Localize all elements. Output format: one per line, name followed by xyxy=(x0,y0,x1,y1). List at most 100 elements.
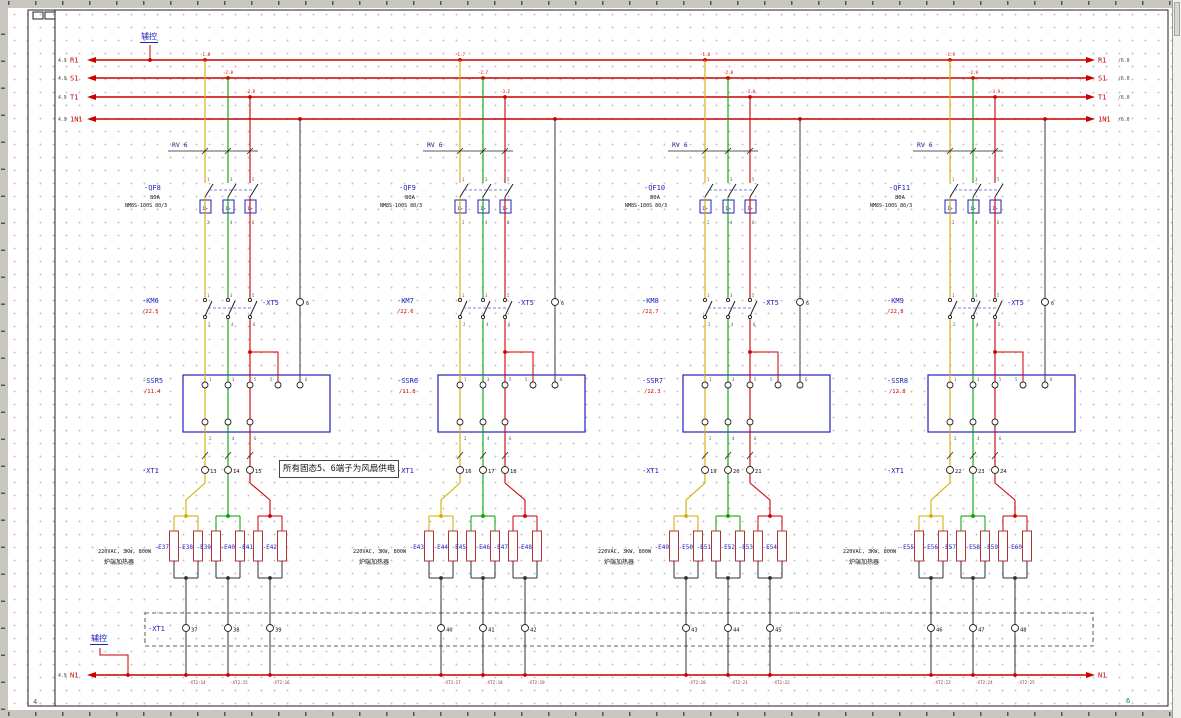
heater-label: -E40 xyxy=(221,544,236,551)
heater-label: -E48 xyxy=(518,544,533,551)
breaker-trip-label: I> xyxy=(457,206,463,212)
breaker-trip-label: I> xyxy=(992,206,998,212)
terminal xyxy=(928,625,935,632)
breaker-label: -QF10 xyxy=(644,184,665,192)
heater xyxy=(754,531,763,561)
contactor-ref: /22.8 xyxy=(887,309,904,315)
breaker-label: -QF11 xyxy=(889,184,910,192)
phase-wire xyxy=(686,483,705,500)
heater-type: 炉端加热器 xyxy=(604,558,634,566)
ssr-ref: /12.3 xyxy=(644,389,661,395)
heater xyxy=(278,531,287,561)
bus-arrow-left xyxy=(87,94,96,100)
ssr-pin xyxy=(702,382,708,388)
pin-label: 6 xyxy=(508,322,511,327)
terminal-number: 14 xyxy=(233,469,240,475)
terminal xyxy=(683,625,690,632)
ssr-pin xyxy=(947,382,953,388)
heater-spec: 220VAC, 3KW, 800W xyxy=(98,549,152,555)
terminal-number: 6 xyxy=(806,301,809,307)
n1-tap-label: -XT2:17 xyxy=(443,680,461,685)
n1-tap-label: -XT2:21 xyxy=(730,680,748,685)
breaker-trip-label: I> xyxy=(247,206,253,212)
tap-label: -3.7 xyxy=(500,89,511,94)
terminal-number: 38 xyxy=(233,628,240,634)
pin-label: 1 xyxy=(462,177,465,182)
contact-terminal xyxy=(748,298,751,301)
pin-label: 3 xyxy=(485,177,488,182)
ssr-pin xyxy=(480,382,486,388)
frame-zone-number: 6 xyxy=(1126,697,1130,705)
breaker-contact xyxy=(995,184,1003,197)
heater-label: -E52 xyxy=(721,544,736,551)
ssr-pin xyxy=(797,382,803,388)
ssr-pin xyxy=(947,419,953,425)
breaker-contact xyxy=(228,184,236,197)
sheet-frame xyxy=(28,10,1168,706)
breaker-contact xyxy=(505,184,513,197)
xt5-label: -XT5 xyxy=(517,299,534,307)
pin-label: 2 xyxy=(709,436,712,441)
pin-label: 2 xyxy=(464,436,467,441)
ssr-pin xyxy=(702,419,708,425)
scrollbar-thumb[interactable] xyxy=(1174,2,1180,36)
ssr-pin xyxy=(992,382,998,388)
pin-label: 5 xyxy=(997,177,1000,182)
breaker-trip-label: I> xyxy=(480,206,486,212)
heater-label: -E53 xyxy=(739,544,754,551)
pin-label: 3 xyxy=(730,293,733,298)
ssr-pin xyxy=(747,382,753,388)
pin-label: 5 xyxy=(752,177,755,182)
heater xyxy=(999,531,1008,561)
heater xyxy=(533,531,542,561)
heater-spec: 220VAC, 3KW, 800W xyxy=(353,549,407,555)
ssr-pin xyxy=(202,419,208,425)
pin-label: 1 xyxy=(707,293,710,298)
ssr-label: -SSR8 xyxy=(887,377,908,385)
n1-tap-label: -XT2:14 xyxy=(188,680,206,685)
pin-label: 6 xyxy=(752,220,755,225)
pin-label: 6 xyxy=(754,436,757,441)
junction-dot xyxy=(726,673,730,677)
contact-terminal xyxy=(458,298,461,301)
tap-label: -1.9 xyxy=(945,52,956,57)
cad-window: 464.9R1R1/6.04.9S1S1/6.04.9T1T1/6.04.91N… xyxy=(0,0,1181,718)
pin-label: 5 xyxy=(752,293,755,298)
phase-wire xyxy=(186,483,205,500)
ssr-pin xyxy=(747,419,753,425)
contact-terminal xyxy=(971,298,974,301)
ssr-pin xyxy=(1020,382,1026,388)
cable-label: RV 6 xyxy=(427,141,443,149)
terminal-number: 6 xyxy=(1051,301,1054,307)
heater-type: 炉端加热器 xyxy=(104,558,134,566)
bus-left-ref: 4.9 xyxy=(58,117,67,123)
contactor-ref: /22.6 xyxy=(397,309,414,315)
terminal xyxy=(970,625,977,632)
pin-label: 4 xyxy=(231,322,234,327)
n1-tap-label: -XT2:15 xyxy=(230,680,248,685)
terminal xyxy=(552,299,559,306)
breaker-contact xyxy=(460,184,468,197)
terminal xyxy=(267,625,274,632)
phase-wire xyxy=(995,483,1015,500)
heater xyxy=(467,531,476,561)
vertical-scrollbar[interactable] xyxy=(1172,0,1181,718)
bus-right-ref: /6.0 xyxy=(1118,76,1130,82)
terminal xyxy=(457,467,464,474)
bus-left-ref: 4.9 xyxy=(58,95,67,101)
ssr-pin xyxy=(457,382,463,388)
pin-label: 4 xyxy=(731,322,734,327)
contactor-contact xyxy=(950,301,957,316)
aux-control-label-bottom: 辅控 xyxy=(90,634,108,645)
pin-label: 4 xyxy=(975,220,978,225)
heater xyxy=(509,531,518,561)
pin-label: 4 xyxy=(486,322,489,327)
breaker-model: NM8S-100S 80/3 xyxy=(125,203,167,209)
contactor-contact xyxy=(228,301,235,316)
breaker-model: NM8S-100S 80/3 xyxy=(625,203,667,209)
bus-arrow-left xyxy=(87,672,96,678)
pin-label: 6 xyxy=(999,436,1002,441)
breaker-trip-label: I> xyxy=(747,206,753,212)
terminal xyxy=(225,625,232,632)
heater-label: -E39 xyxy=(197,544,212,551)
